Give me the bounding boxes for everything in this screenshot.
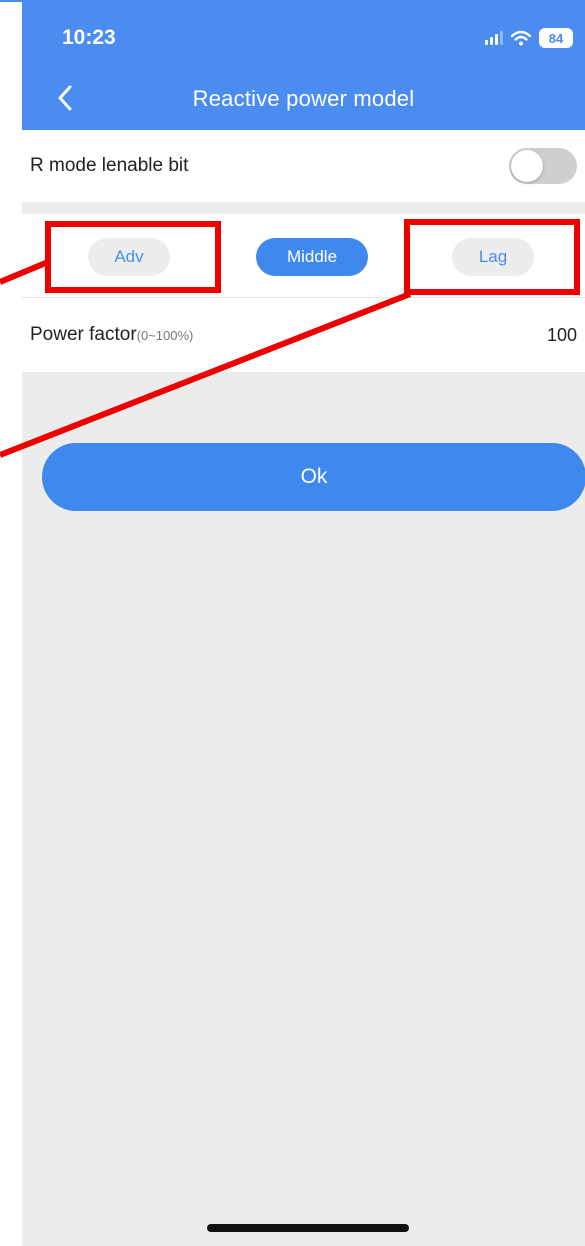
ok-button[interactable]: Ok [42,443,585,511]
home-indicator [207,1224,409,1232]
enable-bit-label: R mode lenable bit [30,155,189,176]
toggle-knob [511,150,543,182]
status-time: 10:23 [62,26,116,49]
status-icons: 84 [485,28,573,48]
power-factor-label-group: Power factor(0~100%) [30,324,193,346]
enable-bit-toggle[interactable] [509,148,577,184]
power-factor-range: (0~100%) [136,328,194,343]
annotation-box-lag [404,219,580,295]
battery-icon: 84 [539,28,573,48]
signal-icon [485,31,503,45]
enable-bit-row: R mode lenable bit [22,130,585,202]
phone-screen: 10:23 84 Reactive power model R mode len… [22,0,585,1246]
power-factor-value[interactable]: 100 [547,325,577,346]
wifi-icon [511,30,531,46]
power-factor-label: Power factor [30,324,137,345]
mode-middle-button[interactable]: Middle [256,238,368,276]
app-header: 10:23 84 Reactive power model [22,0,585,130]
annotation-box-adv [45,221,221,293]
power-factor-row[interactable]: Power factor(0~100%) 100 [22,298,585,372]
page-title: Reactive power model [192,86,415,111]
left-edge-accent [0,0,24,2]
